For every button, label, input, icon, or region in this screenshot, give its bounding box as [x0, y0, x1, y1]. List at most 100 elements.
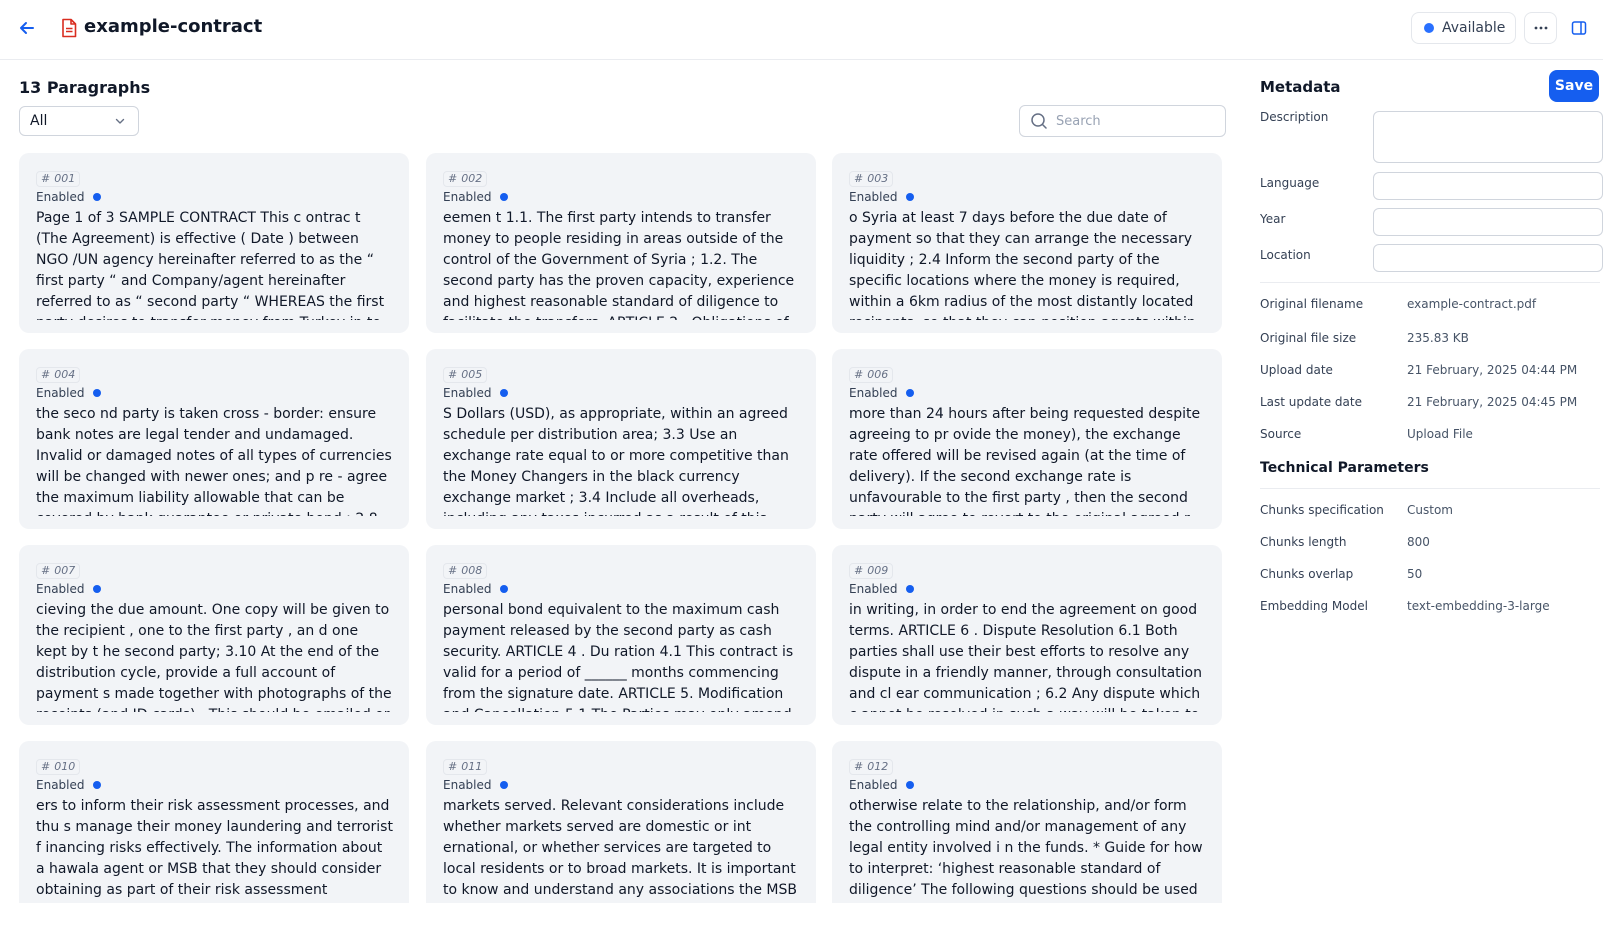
paragraph-id: 002	[461, 172, 483, 185]
paragraph-id: 010	[54, 760, 76, 773]
paragraph-id: 005	[461, 368, 483, 381]
paragraph-id-tag: #012	[849, 758, 894, 775]
paragraph-id: 007	[54, 564, 76, 577]
upload-date-value: 21 February, 2025 04:44 PM	[1407, 363, 1578, 377]
paragraph-card[interactable]: #010 Enabled ers to inform their risk as…	[19, 741, 409, 903]
status-label: Enabled	[36, 582, 85, 596]
toggle-panel-button[interactable]	[1563, 12, 1595, 44]
paragraph-status: Enabled	[36, 189, 393, 206]
status-label: Enabled	[36, 190, 85, 204]
paragraph-card[interactable]: #007 Enabled cieving the due amount. One…	[19, 545, 409, 725]
hash-icon: #	[41, 760, 51, 773]
embedding-model-label: Embedding Model	[1260, 599, 1368, 613]
hash-icon: #	[41, 172, 51, 185]
divider	[1260, 282, 1600, 283]
paragraph-text: ers to inform their risk assessment proc…	[36, 797, 393, 904]
back-button[interactable]	[11, 12, 43, 44]
source-label: Source	[1260, 427, 1302, 441]
paragraph-id: 006	[867, 368, 889, 381]
location-label: Location	[1260, 248, 1311, 262]
enabled-dot	[905, 585, 914, 593]
paragraph-card[interactable]: #006 Enabled more than 24 hours after be…	[832, 349, 1222, 529]
embedding-model-value: text-embedding-3-large	[1407, 599, 1550, 613]
top-bar: example-contract Available	[0, 0, 1603, 60]
side-panel-icon	[1571, 21, 1587, 35]
save-button[interactable]: Save	[1549, 70, 1599, 102]
enabled-dot	[92, 585, 101, 593]
paragraph-id: 011	[461, 760, 483, 773]
last-update-date-value: 21 February, 2025 04:45 PM	[1407, 395, 1578, 409]
paragraph-card[interactable]: #009 Enabled in writing, in order to end…	[832, 545, 1222, 725]
enabled-dot	[92, 389, 101, 397]
chunks-overlap-label: Chunks overlap	[1260, 567, 1354, 581]
paragraph-text: S Dollars (USD), as appropriate, within …	[443, 405, 789, 516]
enabled-dot	[499, 781, 508, 789]
paragraph-text: cieving the due amount. One copy will be…	[36, 601, 392, 712]
filter-value: All	[30, 113, 48, 129]
status-label: Available	[1442, 20, 1506, 36]
paragraph-id-tag: #002	[443, 170, 488, 187]
paragraph-status: Enabled	[849, 581, 1206, 598]
more-options-button[interactable]	[1524, 12, 1557, 44]
status-filter-select[interactable]: All	[19, 106, 139, 136]
paragraph-id: 003	[867, 172, 889, 185]
original-file-size-value: 235.83 KB	[1407, 331, 1469, 345]
paragraph-id-tag: #003	[849, 170, 894, 187]
original-file-size-label: Original file size	[1260, 331, 1357, 345]
paragraph-card[interactable]: #012 Enabled otherwise relate to the rel…	[832, 741, 1222, 903]
paragraph-count: 13 Paragraphs	[19, 78, 151, 97]
metadata-title: Metadata	[1260, 78, 1341, 96]
paragraph-card[interactable]: #004 Enabled the seco nd party is taken …	[19, 349, 409, 529]
paragraph-text: the seco nd party is taken cross - borde…	[36, 405, 392, 516]
location-field[interactable]	[1373, 244, 1603, 272]
chevron-down-icon	[115, 118, 125, 124]
hash-icon: #	[448, 760, 458, 773]
enabled-dot	[499, 389, 508, 397]
paragraph-text: eemen t 1.1. The first party intends to …	[443, 209, 795, 320]
chunks-length-label: Chunks length	[1260, 535, 1347, 549]
search-icon	[1031, 113, 1047, 129]
paragraph-text: more than 24 hours after being requested…	[849, 405, 1201, 516]
paragraph-text: o Syria at least 7 days before the due d…	[849, 209, 1196, 320]
status-badge[interactable]: Available	[1411, 12, 1516, 44]
year-field[interactable]	[1373, 208, 1603, 236]
paragraph-status: Enabled	[849, 777, 1206, 794]
paragraph-text: personal bond equivalent to the maximum …	[443, 601, 794, 712]
paragraph-id-tag: #010	[36, 758, 81, 775]
paragraph-id-tag: #005	[443, 366, 488, 383]
hash-icon: #	[448, 564, 458, 577]
search-box[interactable]	[1019, 105, 1226, 137]
hash-icon: #	[448, 368, 458, 381]
enabled-dot	[499, 585, 508, 593]
original-filename-label: Original filename	[1260, 297, 1364, 311]
hash-icon: #	[41, 564, 51, 577]
status-label: Enabled	[849, 778, 898, 792]
more-horizontal-icon	[1534, 26, 1547, 30]
enabled-dot	[499, 193, 508, 201]
paragraph-grid: #001 Enabled Page 1 of 3 SAMPLE CONTRACT…	[19, 153, 1222, 903]
paragraph-id-tag: #009	[849, 562, 894, 579]
chunks-specification-value: Custom	[1407, 503, 1453, 517]
language-field[interactable]	[1373, 172, 1603, 200]
paragraph-text: markets served. Relevant considerations …	[443, 797, 797, 904]
paragraph-card[interactable]: #011 Enabled markets served. Relevant co…	[426, 741, 816, 903]
upload-date-label: Upload date	[1260, 363, 1333, 377]
description-field[interactable]	[1373, 111, 1603, 163]
paragraph-card[interactable]: #003 Enabled o Syria at least 7 days bef…	[832, 153, 1222, 333]
enabled-dot	[905, 193, 914, 201]
paragraph-card[interactable]: #002 Enabled eemen t 1.1. The first part…	[426, 153, 816, 333]
paragraph-id: 004	[54, 368, 76, 381]
paragraph-status: Enabled	[36, 581, 393, 598]
status-label: Enabled	[443, 582, 492, 596]
status-label: Enabled	[849, 386, 898, 400]
hash-icon: #	[854, 564, 864, 577]
paragraph-status: Enabled	[443, 385, 800, 402]
paragraph-card[interactable]: #001 Enabled Page 1 of 3 SAMPLE CONTRACT…	[19, 153, 409, 333]
status-label: Enabled	[36, 778, 85, 792]
enabled-dot	[905, 781, 914, 789]
paragraph-card[interactable]: #008 Enabled personal bond equivalent to…	[426, 545, 816, 725]
year-label: Year	[1260, 212, 1286, 226]
paragraph-status: Enabled	[36, 385, 393, 402]
paragraph-card[interactable]: #005 Enabled S Dollars (USD), as appropr…	[426, 349, 816, 529]
search-input[interactable]	[1056, 113, 1216, 129]
